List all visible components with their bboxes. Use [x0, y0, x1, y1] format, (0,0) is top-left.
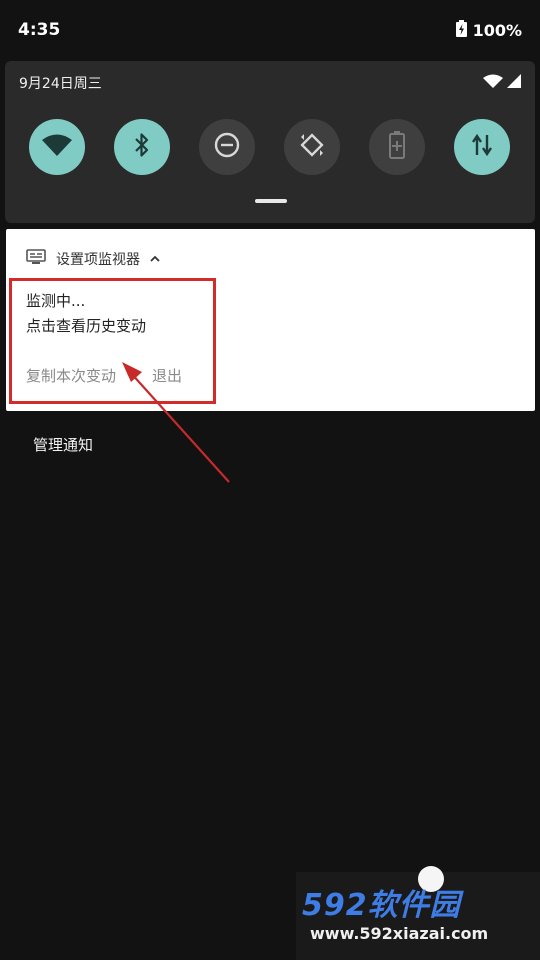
- qs-expand-handle[interactable]: [255, 199, 287, 203]
- status-bar: 4:35 100%: [0, 0, 540, 60]
- watermark-logo: 592软件园: [302, 888, 461, 923]
- watermark-url: www.592xiazai.com: [310, 924, 489, 943]
- notification-app-name: 设置项监视器: [56, 252, 140, 268]
- qs-tile-battery-saver[interactable]: [369, 119, 425, 175]
- mobile-data-icon: [471, 133, 493, 161]
- qs-tile-wifi[interactable]: [29, 119, 85, 175]
- qs-date: 9月24日周三: [19, 76, 102, 92]
- qs-network-status: [483, 73, 521, 92]
- qs-tile-bluetooth[interactable]: [114, 119, 170, 175]
- battery-charging-icon: [455, 20, 467, 41]
- status-time: 4:35: [18, 20, 61, 40]
- app-monitor-icon: [26, 249, 46, 269]
- notification-header[interactable]: 设置项监视器: [26, 249, 160, 269]
- battery-percent: 100%: [472, 21, 522, 40]
- chevron-up-icon[interactable]: [150, 251, 160, 267]
- cell-signal-icon: [507, 73, 521, 92]
- wifi-signal-icon: [483, 73, 503, 92]
- quick-settings-panel[interactable]: 9月24日周三: [5, 61, 535, 223]
- highlight-box: [9, 278, 216, 404]
- qs-tile-dnd[interactable]: [199, 119, 255, 175]
- qs-tile-mobile-data[interactable]: [454, 119, 510, 175]
- battery-saver-icon: [389, 131, 405, 163]
- qs-tile-rotate[interactable]: [284, 119, 340, 175]
- watermark: 592软件园 www.592xiazai.com: [296, 866, 540, 960]
- do-not-disturb-icon: [214, 132, 240, 162]
- manage-notifications-button[interactable]: 管理通知: [33, 434, 93, 455]
- status-right: 100%: [455, 20, 522, 41]
- qs-tiles: [5, 119, 535, 175]
- auto-rotate-icon: [298, 131, 326, 163]
- screen: 4:35 100% 9月24日周三 设置项监视器 监测中... 点击查看历史变动…: [0, 0, 540, 960]
- wifi-icon: [42, 134, 72, 160]
- bluetooth-icon: [134, 132, 150, 162]
